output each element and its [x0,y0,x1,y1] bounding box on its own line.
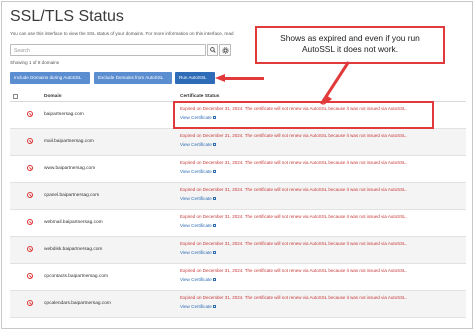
search-input[interactable]: Search [10,44,206,56]
error-status-icon [27,165,33,171]
view-certificate-link[interactable]: View Certificate [180,142,216,147]
external-link-icon [212,224,216,227]
table-row: cpcalendars.baipartnersag.com Expired on … [10,291,466,318]
external-link-icon [212,251,216,254]
page-title: SSL/TLS Status [10,8,124,25]
view-certificate-label[interactable]: View Certificate [180,196,212,201]
domain-column-header[interactable]: Domain [44,94,62,99]
view-certificate-link[interactable]: View Certificate [180,304,216,309]
external-link-icon [212,143,216,146]
search-button[interactable] [207,44,218,56]
search-icon [209,47,216,53]
error-status-icon [27,246,33,252]
table-row: www.baipartnersag.com Expired on December… [10,156,466,183]
annotation-highlight-box [173,101,434,129]
table-row: cpcontacts.baipartnersag.com Expired on D… [10,264,466,291]
domain-name: baipartnersag.com [44,112,84,117]
domain-name: cpanel.baipartnersag.com [44,193,100,198]
error-status-icon [27,192,33,198]
table-row: mail.baipartnersag.com Expired on Decembe… [10,129,466,156]
run-autossl-button[interactable]: Run AutoSSL [175,72,215,84]
settings-button[interactable] [219,44,231,56]
certificate-status-text: Expired on December 31, 2024. The certif… [180,160,407,165]
showing-count: Showing 1 of 8 domains [10,60,60,65]
certificate-status-text: Expired on December 31, 2024. The certif… [180,268,407,273]
error-status-icon [27,111,33,117]
view-certificate-link[interactable]: View Certificate [180,196,216,201]
include-domains-button[interactable]: Include Domains during AutoSSL [10,72,90,84]
external-link-icon [212,278,216,281]
ssl-status-page: SSL/TLS Status You can use this interfac… [1,1,473,329]
view-certificate-link[interactable]: View Certificate [180,223,216,228]
external-link-icon [212,197,216,200]
view-certificate-label[interactable]: View Certificate [180,250,212,255]
domain-name: webdisk.baipartnersag.com [44,247,103,252]
page-description: You can use this interface to view the S… [10,31,234,36]
certificate-status-text: Expired on December 31, 2024. The certif… [180,214,407,219]
exclude-domains-button[interactable]: Exclude Domains from AutoSSL [94,72,172,84]
table-row: cpanel.baipartnersag.com Expired on Decem… [10,183,466,210]
certificate-status-text: Expired on December 31, 2024. The certif… [180,295,407,300]
gear-icon [221,46,229,54]
view-certificate-link[interactable]: View Certificate [180,277,216,282]
view-certificate-label[interactable]: View Certificate [180,169,212,174]
error-status-icon [27,300,33,306]
status-column-header[interactable]: Certificate Status [180,94,219,99]
view-certificate-label[interactable]: View Certificate [180,142,212,147]
certificate-status-text: Expired on December 31, 2024. The certif… [180,187,407,192]
error-status-icon [27,138,33,144]
domain-name: cpcalendars.baipartnersag.com [44,301,111,306]
view-certificate-label[interactable]: View Certificate [180,304,212,309]
domain-name: webmail.baipartnersag.com [44,220,103,225]
error-status-icon [27,273,33,279]
domain-name: mail.baipartnersag.com [44,139,94,144]
view-certificate-link[interactable]: View Certificate [180,169,216,174]
annotation-arrow-line [224,77,264,80]
view-certificate-label[interactable]: View Certificate [180,277,212,282]
table-row: webmail.baipartnersag.com Expired on Dece… [10,210,466,237]
annotation-callout: Shows as expired and even if you run Aut… [255,26,445,64]
view-certificate-link[interactable]: View Certificate [180,250,216,255]
certificate-status-text: Expired on December 31, 2024. The certif… [180,241,407,246]
external-link-icon [212,170,216,173]
view-certificate-label[interactable]: View Certificate [180,223,212,228]
error-status-icon [27,219,33,225]
domain-name: www.baipartnersag.com [44,166,96,171]
certificate-status-text: Expired on December 31, 2024. The certif… [180,133,407,138]
domain-name: cpcontacts.baipartnersag.com [44,274,108,279]
external-link-icon [212,305,216,308]
table-row: webdisk.baipartnersag.com Expired on Dece… [10,237,466,264]
select-all-checkbox[interactable] [13,94,18,99]
